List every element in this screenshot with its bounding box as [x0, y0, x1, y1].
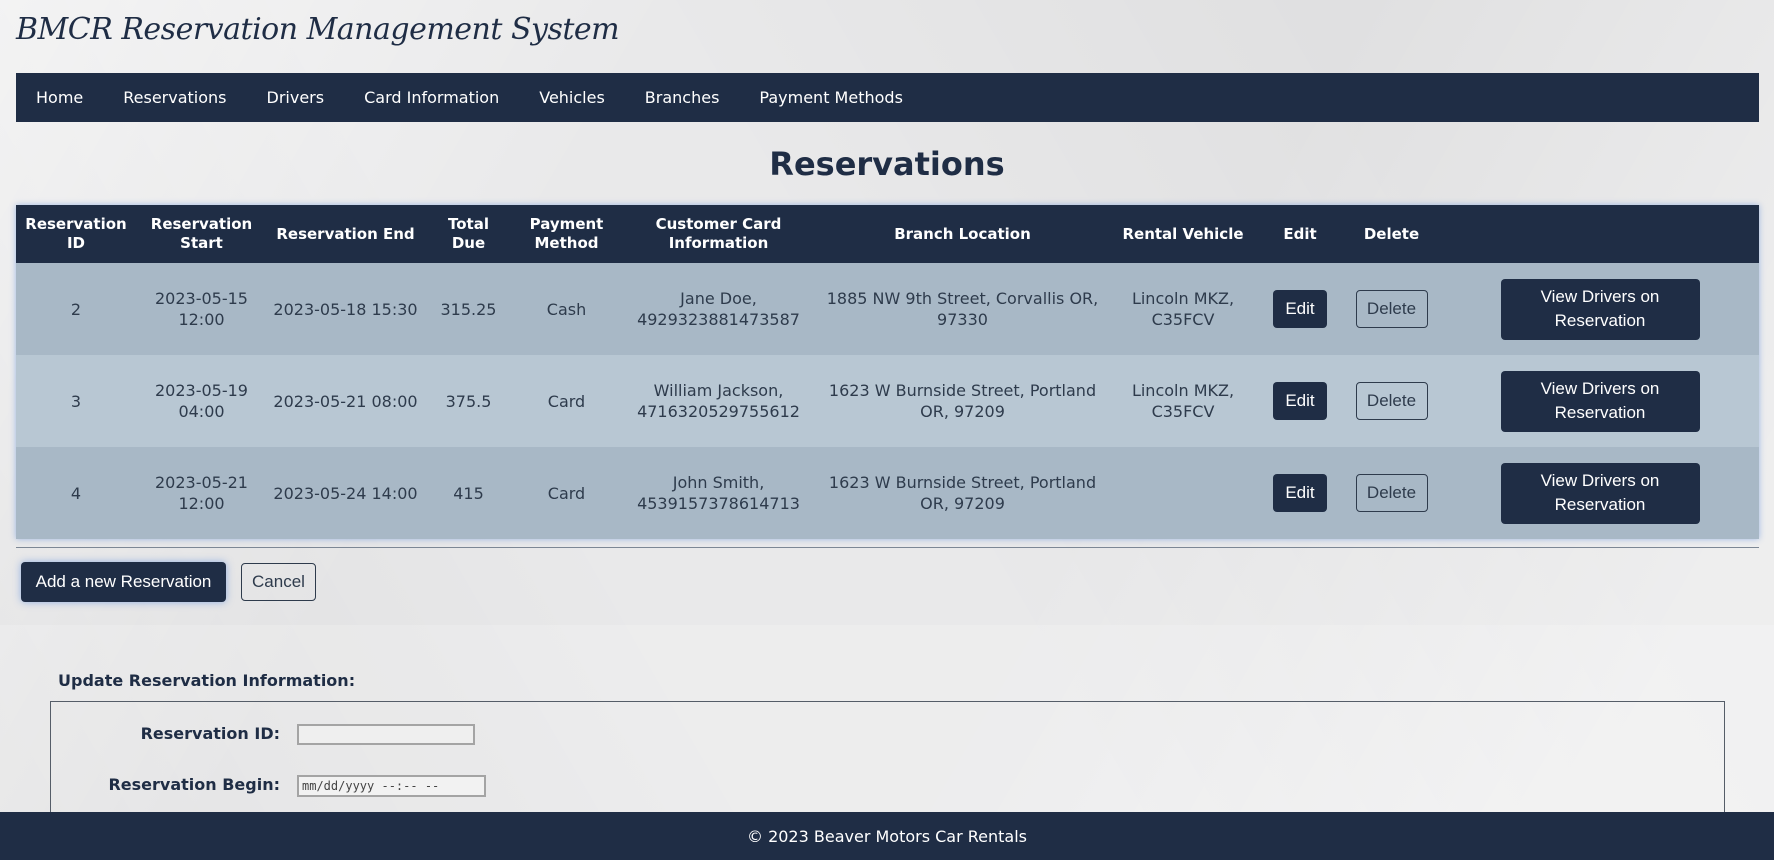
header-reservation-start: Reservation Start — [150, 215, 253, 252]
cancel-button[interactable]: Cancel — [241, 563, 316, 601]
header-delete: Delete — [1363, 224, 1420, 243]
cell-branch-location: 1885 NW 9th Street, Corvallis OR, 97330 — [826, 289, 1099, 329]
header-reservation-end: Reservation End — [276, 224, 415, 243]
nav-item-branches[interactable]: Branches — [645, 88, 720, 107]
view-drivers-button[interactable]: View Drivers on Reservation — [1500, 370, 1700, 432]
cell-rental-vehicle: Lincoln MKZ, C35FCV — [1131, 381, 1235, 421]
update-form-box — [50, 701, 1725, 821]
footer-text: © 2023 Beaver Motors Car Rentals — [746, 826, 1028, 846]
cell-reservation-start: 2023-05-19 04:00 — [155, 381, 248, 421]
header-branch-location: Branch Location — [894, 224, 1031, 243]
header-edit: Edit — [1283, 224, 1317, 243]
cell-rental-vehicle: Lincoln MKZ, C35FCV — [1131, 289, 1235, 329]
cell-reservation-id: 3 — [70, 391, 82, 411]
cell-total-due: 315.25 — [440, 299, 497, 319]
table-row: 2 2023-05-15 12:00 2023-05-18 15:30 315.… — [16, 263, 1759, 355]
view-drivers-button[interactable]: View Drivers on Reservation — [1500, 278, 1700, 340]
edit-button[interactable]: Edit — [1273, 474, 1327, 512]
update-form-heading: Update Reservation Information: — [58, 671, 356, 690]
cell-reservation-end: 2023-05-24 14:00 — [273, 483, 418, 503]
cell-reservation-end: 2023-05-18 15:30 — [273, 299, 418, 319]
footer: © 2023 Beaver Motors Car Rentals — [0, 812, 1774, 860]
reservations-table: Reservation ID Reservation Start Reserva… — [16, 205, 1759, 539]
cell-delete: Delete — [1342, 447, 1441, 539]
cell-branch-location: 1623 W Burnside Street, Portland OR, 972… — [828, 381, 1097, 421]
cell-edit: Edit — [1258, 447, 1342, 539]
cell-payment-method: Card — [547, 391, 586, 411]
cell-total-due: 375.5 — [445, 391, 492, 411]
cell-payment-method: Card — [547, 483, 586, 503]
header-payment-method: Payment Method — [529, 215, 604, 252]
nav-item-card-information[interactable]: Card Information — [364, 88, 499, 107]
header-rental-vehicle: Rental Vehicle — [1122, 224, 1244, 243]
cell-rental-vehicle — [1108, 447, 1258, 539]
table-divider — [16, 547, 1759, 548]
cell-customer-card: John Smith, 4539157378614713 — [637, 473, 800, 513]
add-reservation-button[interactable]: Add a new Reservation — [21, 562, 226, 602]
cell-customer-card: William Jackson, 4716320529755612 — [637, 381, 800, 421]
cell-reservation-id: 2 — [70, 299, 82, 319]
reservation-id-label: Reservation ID: — [140, 724, 280, 743]
cell-branch-location: 1623 W Burnside Street, Portland OR, 972… — [828, 473, 1097, 513]
delete-button[interactable]: Delete — [1355, 290, 1428, 328]
view-drivers-button[interactable]: View Drivers on Reservation — [1500, 462, 1700, 524]
app-title: BMCR Reservation Management System — [16, 12, 620, 47]
table-row: 3 2023-05-19 04:00 2023-05-21 08:00 375.… — [16, 355, 1759, 447]
reservation-begin-input[interactable]: mm/dd/yyyy --:-- -- — [297, 775, 486, 797]
cell-reservation-id: 4 — [70, 483, 82, 503]
cell-view-drivers: View Drivers on Reservation — [1441, 355, 1759, 447]
header-total-due: Total Due — [448, 215, 489, 252]
cell-edit: Edit — [1258, 355, 1342, 447]
header-customer-card: Customer Card Information — [655, 215, 782, 252]
cell-reservation-end: 2023-05-21 08:00 — [273, 391, 418, 411]
reservations-table-container: Reservation ID Reservation Start Reserva… — [16, 205, 1759, 539]
header-reservation-id: Reservation ID — [25, 215, 127, 252]
main-navbar: Home Reservations Drivers Card Informati… — [16, 73, 1759, 122]
nav-item-vehicles[interactable]: Vehicles — [539, 88, 605, 107]
nav-item-home[interactable]: Home — [36, 88, 83, 107]
page-title: Reservations — [769, 145, 1005, 183]
cell-edit: Edit — [1258, 263, 1342, 355]
cell-delete: Delete — [1342, 263, 1441, 355]
table-header-row: Reservation ID Reservation Start Reserva… — [16, 205, 1759, 263]
nav-item-reservations[interactable]: Reservations — [123, 88, 226, 107]
cell-delete: Delete — [1342, 355, 1441, 447]
cell-view-drivers: View Drivers on Reservation — [1441, 447, 1759, 539]
cell-customer-card: Jane Doe, 4929323881473587 — [637, 289, 800, 329]
edit-button[interactable]: Edit — [1273, 382, 1327, 420]
delete-button[interactable]: Delete — [1355, 382, 1428, 420]
header-view-drivers — [1441, 205, 1759, 263]
cell-total-due: 415 — [453, 483, 484, 503]
reservation-id-input[interactable] — [297, 724, 475, 745]
cell-view-drivers: View Drivers on Reservation — [1441, 263, 1759, 355]
edit-button[interactable]: Edit — [1273, 290, 1327, 328]
nav-item-payment-methods[interactable]: Payment Methods — [759, 88, 902, 107]
delete-button[interactable]: Delete — [1355, 474, 1428, 512]
table-row: 4 2023-05-21 12:00 2023-05-24 14:00 415 … — [16, 447, 1759, 539]
cell-reservation-start: 2023-05-15 12:00 — [155, 289, 248, 329]
cell-reservation-start: 2023-05-21 12:00 — [155, 473, 248, 513]
nav-item-drivers[interactable]: Drivers — [267, 88, 325, 107]
cell-payment-method: Cash — [546, 299, 587, 319]
reservation-begin-label: Reservation Begin: — [108, 775, 280, 794]
